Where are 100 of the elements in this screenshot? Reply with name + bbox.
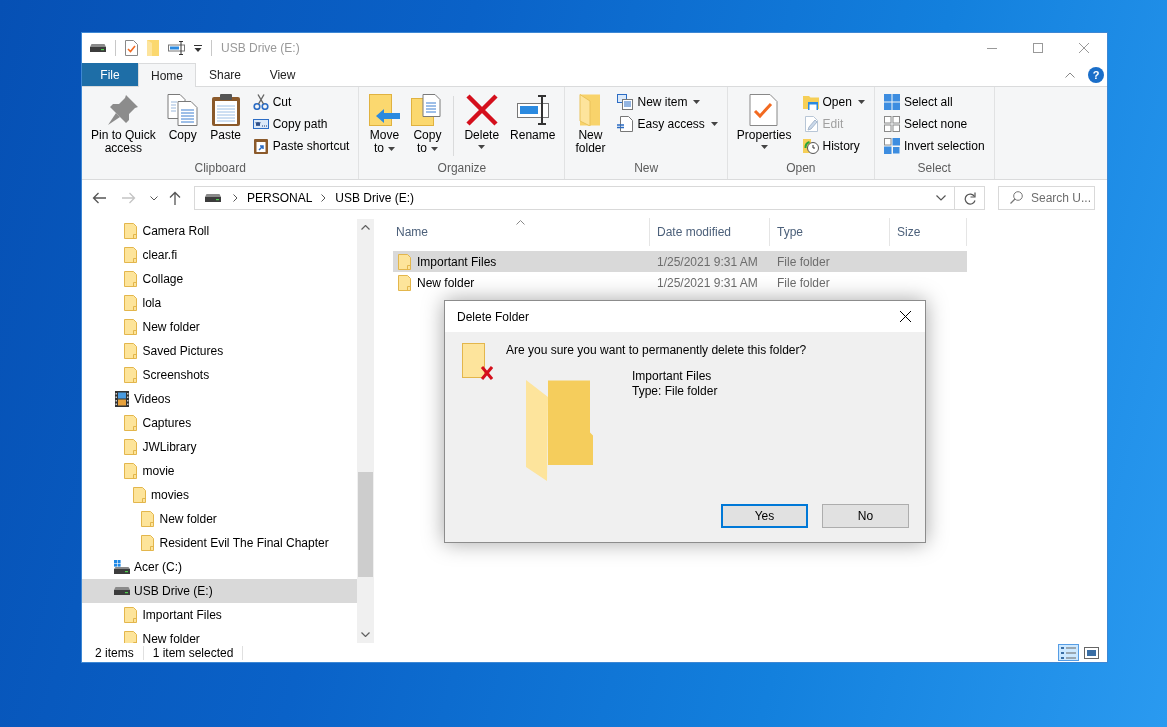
drive-icon [205, 194, 221, 202]
folder-icon [132, 487, 146, 503]
document-check-icon[interactable] [125, 40, 138, 56]
ribbon-button[interactable]: Pin to Quick access [88, 91, 159, 157]
nav-item[interactable]: movie [82, 459, 357, 483]
refresh-icon [963, 191, 976, 205]
chevron-right-icon [233, 194, 238, 202]
nav-item[interactable]: Saved Pictures [82, 339, 357, 363]
ribbon-tab[interactable]: Share [196, 63, 255, 86]
breadcrumb[interactable]: PERSONAL [244, 191, 316, 205]
file-row[interactable]: New folder 1/25/2021 9:31 AM File folder [393, 272, 967, 293]
nav-item[interactable]: New folder [82, 627, 357, 643]
caret-icon [760, 145, 768, 149]
ribbon-button[interactable]: New folder [571, 91, 610, 157]
nav-item[interactable]: clear.fi [82, 243, 357, 267]
right-arrow-icon [122, 192, 136, 204]
nav-item[interactable]: New folder [82, 507, 357, 531]
folder-icon [124, 607, 137, 623]
breadcrumb[interactable]: USB Drive (E:) [332, 191, 418, 205]
ribbon-button[interactable]: Paste [206, 91, 245, 144]
column-header[interactable]: Date modified [650, 218, 770, 246]
mixed-squares-icon [883, 138, 900, 154]
file-name: Important Files [417, 254, 497, 269]
selection-count: 1 item selected [152, 645, 234, 660]
minimize-icon [987, 47, 997, 49]
caret-icon [693, 100, 701, 104]
folder-icon [141, 535, 154, 551]
caret-icon [857, 100, 865, 104]
ribbon-button[interactable]: Copy path [249, 113, 353, 135]
close-icon [899, 311, 911, 322]
dialog-button[interactable]: Yes [721, 504, 808, 528]
folder-icon [124, 247, 137, 263]
film-strip-icon [115, 391, 129, 407]
caret-icon [478, 145, 486, 149]
close-icon [1079, 43, 1089, 53]
ribbon-button[interactable]: Open [799, 91, 868, 113]
nav-item[interactable]: movies [82, 483, 357, 507]
ribbon-button[interactable]: Cut [249, 91, 353, 113]
text-cursor-icon[interactable] [168, 41, 185, 55]
ribbon-button[interactable]: Rename [507, 91, 559, 144]
ribbon-button[interactable]: Copy to [408, 91, 447, 157]
group-label: Select [916, 161, 952, 177]
nav-item[interactable]: Videos [82, 387, 357, 411]
column-header[interactable]: Name [393, 218, 650, 246]
dialog-button[interactable]: No [822, 504, 909, 528]
ribbon-button[interactable]: New item [614, 91, 721, 113]
ribbon-button[interactable]: Delete [461, 91, 503, 151]
folder-icon [124, 343, 137, 359]
view-button[interactable] [1058, 644, 1079, 661]
help-button[interactable]: ? [1088, 66, 1104, 83]
file-type: File folder [777, 275, 830, 290]
scissors-icon [252, 94, 269, 110]
document-icon [617, 116, 634, 132]
nav-item[interactable]: JWLibrary [82, 435, 357, 459]
ribbon-button[interactable]: History [799, 135, 868, 157]
nav-item[interactable]: Collage [82, 267, 357, 291]
scrollbar[interactable] [357, 219, 374, 643]
folder-icon [124, 367, 137, 383]
cross-icon [465, 94, 498, 126]
view-button[interactable] [1081, 644, 1102, 661]
folder-icon [124, 463, 137, 479]
search-field[interactable]: Search U... [998, 186, 1095, 210]
ribbon-button[interactable]: Select none [880, 113, 988, 135]
folder-icon [124, 439, 137, 455]
caret-icon[interactable] [194, 44, 202, 52]
chevron-down-icon [936, 195, 946, 201]
caret-icon [387, 146, 395, 151]
nav-item[interactable]: Resident Evil The Final Chapter [82, 531, 357, 555]
address-bar[interactable]: PERSONAL USB Drive (E:) [194, 186, 955, 210]
ribbon-button[interactable]: Invert selection [880, 135, 988, 157]
nav-item[interactable]: Captures [82, 411, 357, 435]
refresh-button[interactable] [955, 186, 985, 210]
nav-item[interactable]: Camera Roll [82, 219, 357, 243]
file-row[interactable]: Important Files 1/25/2021 9:31 AM File folder [393, 251, 967, 272]
nav-item[interactable]: Acer (C:) [82, 555, 357, 579]
file-tab[interactable]: File [82, 63, 138, 86]
chevron-up-icon [361, 225, 370, 230]
up-arrow-icon [169, 191, 181, 205]
chevron-right-icon [321, 194, 327, 202]
column-header[interactable]: Type [770, 218, 890, 246]
folder-arrow-icon [368, 94, 401, 126]
scrollbar-thumb[interactable] [358, 472, 373, 577]
nav-item[interactable]: lola [82, 291, 357, 315]
ribbon-button[interactable]: Move to [365, 91, 404, 157]
file-name: New folder [417, 275, 475, 290]
ribbon-button[interactable]: Easy access [614, 113, 721, 135]
ribbon-button[interactable]: Copy [163, 91, 202, 144]
pushpin-icon [107, 94, 140, 126]
ribbon-tab[interactable]: Home [138, 63, 196, 87]
folder-icon [124, 271, 137, 287]
ribbon-tab[interactable]: View [254, 63, 312, 86]
nav-item[interactable]: Screenshots [82, 363, 357, 387]
column-header[interactable]: Size [890, 218, 967, 246]
nav-item[interactable]: New folder [82, 315, 357, 339]
ribbon-button[interactable]: Select all [880, 91, 988, 113]
nav-item[interactable]: Important Files [82, 603, 357, 627]
ribbon-button[interactable]: Paste shortcut [249, 135, 353, 157]
nav-item[interactable]: USB Drive (E:) [82, 579, 357, 603]
group-label: Organize [436, 161, 488, 177]
ribbon-button[interactable]: Properties [733, 91, 795, 151]
